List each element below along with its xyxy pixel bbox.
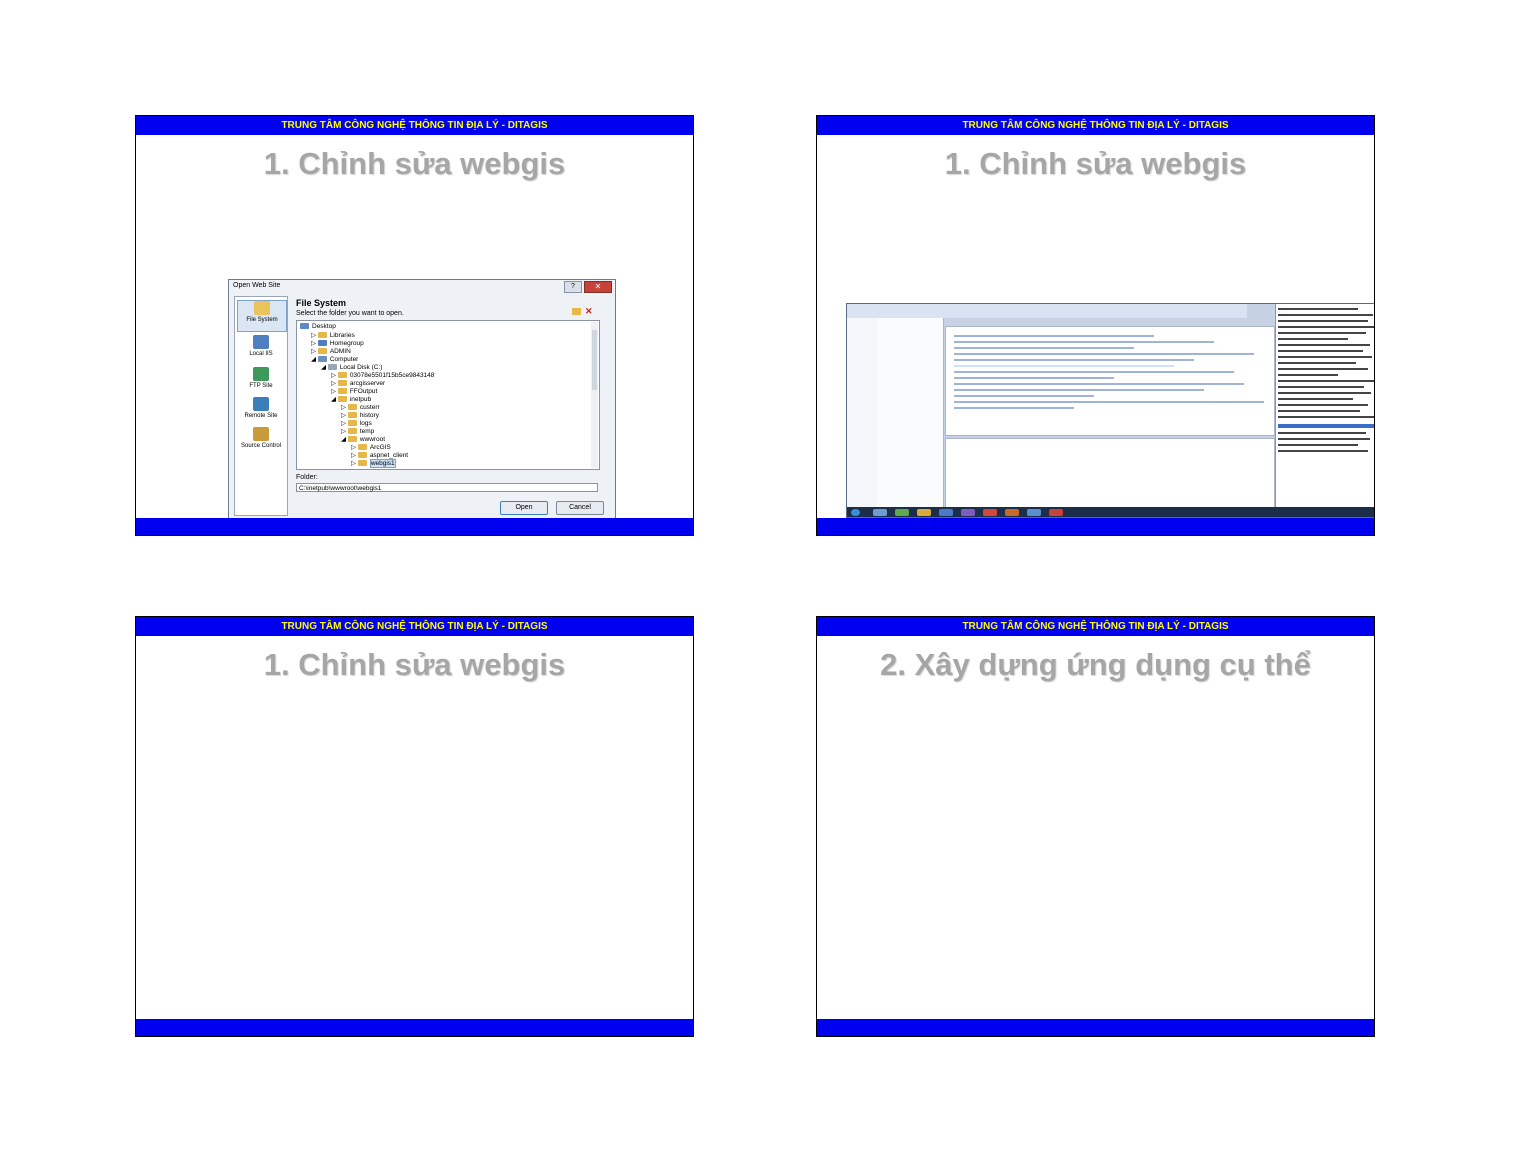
vs-error-list (945, 438, 1275, 510)
location-file-system[interactable]: File System (237, 300, 287, 332)
server-icon (253, 335, 269, 349)
tree-item[interactable]: ▷ FFOutput (331, 387, 377, 395)
slide-footer-bar (817, 518, 1374, 535)
folder-search-icon (254, 301, 270, 315)
tree-item-selected[interactable]: ▷ webgis1 (351, 459, 396, 468)
location-panel: File System Local IIS FTP Site Remote Si… (234, 296, 288, 516)
file-system-panel: File System Select the folder you want t… (292, 296, 609, 515)
slide-header-text: TRUNG TÂM CÔNG NGHỆ THÔNG TIN ĐỊA LÝ - D… (281, 120, 548, 131)
help-button[interactable]: ? (564, 281, 582, 293)
tree-item[interactable]: ▷ logs (341, 419, 372, 427)
location-ftp-site[interactable]: FTP Site (237, 367, 285, 389)
location-remote-site[interactable]: Remote Site (237, 397, 285, 419)
tree-item[interactable]: ▷ Libraries (311, 331, 355, 339)
slide-title: 1. Chỉnh sửa webgis (944, 146, 1247, 181)
slide-footer-bar (136, 518, 693, 535)
tree-item[interactable]: ▷ 03078e5501f15b5ce9843148 (331, 371, 434, 379)
tree-item[interactable]: ▷ custerr (341, 403, 380, 411)
slide-4: TRUNG TÂM CÔNG NGHỆ THÔNG TIN ĐỊA LÝ - D… (816, 616, 1375, 1037)
remote-globe-icon (253, 397, 269, 411)
tree-scrollbar[interactable] (591, 322, 598, 468)
cancel-button[interactable]: Cancel (556, 501, 604, 515)
visual-studio-screenshot (846, 303, 1374, 518)
folder-input[interactable]: C:\inetpub\wwwroot\webgis1 (296, 483, 598, 492)
panel-heading: File System (296, 298, 347, 308)
open-web-site-dialog: Open Web Site ? ✕ File System Local IIS … (228, 279, 616, 519)
tree-item[interactable]: Desktop (300, 323, 336, 330)
location-local-iis[interactable]: Local IIS (237, 335, 285, 357)
slide-header-text: TRUNG TÂM CÔNG NGHỆ THÔNG TIN ĐỊA LÝ - D… (281, 621, 548, 632)
vs-toolbox (847, 318, 877, 508)
delete-icon[interactable]: ✕ (585, 307, 594, 316)
slide-header-text: TRUNG TÂM CÔNG NGHỆ THÔNG TIN ĐỊA LÝ - D… (962, 120, 1229, 131)
slide-1: TRUNG TÂM CÔNG NGHỆ THÔNG TIN ĐỊA LÝ - D… (135, 115, 694, 536)
vs-code-editor (945, 326, 1275, 436)
tree-item[interactable]: ▷ history (341, 411, 379, 419)
location-source-control[interactable]: Source Control (237, 427, 285, 449)
folder-label: Folder: (296, 474, 318, 481)
tree-item[interactable]: ◢ Local Disk (C:) (321, 363, 382, 371)
close-button[interactable]: ✕ (584, 281, 612, 293)
slide-header-text: TRUNG TÂM CÔNG NGHỆ THÔNG TIN ĐỊA LÝ - D… (962, 621, 1229, 632)
slide-title: 1. Chỉnh sửa webgis (263, 647, 566, 682)
slide-title: 1. Chỉnh sửa webgis (263, 146, 566, 181)
tree-item[interactable]: ◢ wwwroot (341, 435, 385, 443)
tree-item[interactable]: ▷ temp (341, 427, 374, 435)
tree-item[interactable]: ▷ Homegroup (311, 339, 364, 347)
tree-item[interactable]: ▷ ADMIN (311, 347, 351, 355)
vs-menubar (847, 304, 1247, 318)
dialog-title: Open Web Site (233, 282, 281, 289)
windows-taskbar (847, 507, 1374, 517)
source-control-icon (253, 427, 269, 441)
tree-item[interactable]: ◢ Computer (311, 355, 358, 363)
slide-footer-bar (817, 1019, 1374, 1036)
tree-item[interactable]: ◢ inetpub (331, 395, 371, 403)
slide-title: 2. Xây dựng ứng dụng cụ thể (880, 647, 1311, 682)
vs-properties-panel (1275, 304, 1374, 508)
slide-footer-bar (136, 1019, 693, 1036)
panel-subheading: Select the folder you want to open. (296, 310, 404, 317)
folder-tree[interactable]: Desktop ▷ Libraries ▷ Homegroup ▷ ADMIN … (296, 320, 600, 470)
new-folder-icon[interactable] (572, 308, 581, 315)
tree-item[interactable]: ▷ aspnet_client (351, 451, 408, 459)
tree-item[interactable]: ▷ arcgisserver (331, 379, 385, 387)
tree-item[interactable]: ▷ ArcGIS (351, 443, 391, 451)
open-button[interactable]: Open (500, 501, 548, 515)
slide-2: TRUNG TÂM CÔNG NGHỆ THÔNG TIN ĐỊA LÝ - D… (816, 115, 1375, 536)
slide-3: TRUNG TÂM CÔNG NGHỆ THÔNG TIN ĐỊA LÝ - D… (135, 616, 694, 1037)
vs-toolbox-list (877, 318, 944, 508)
globe-icon (253, 367, 269, 381)
